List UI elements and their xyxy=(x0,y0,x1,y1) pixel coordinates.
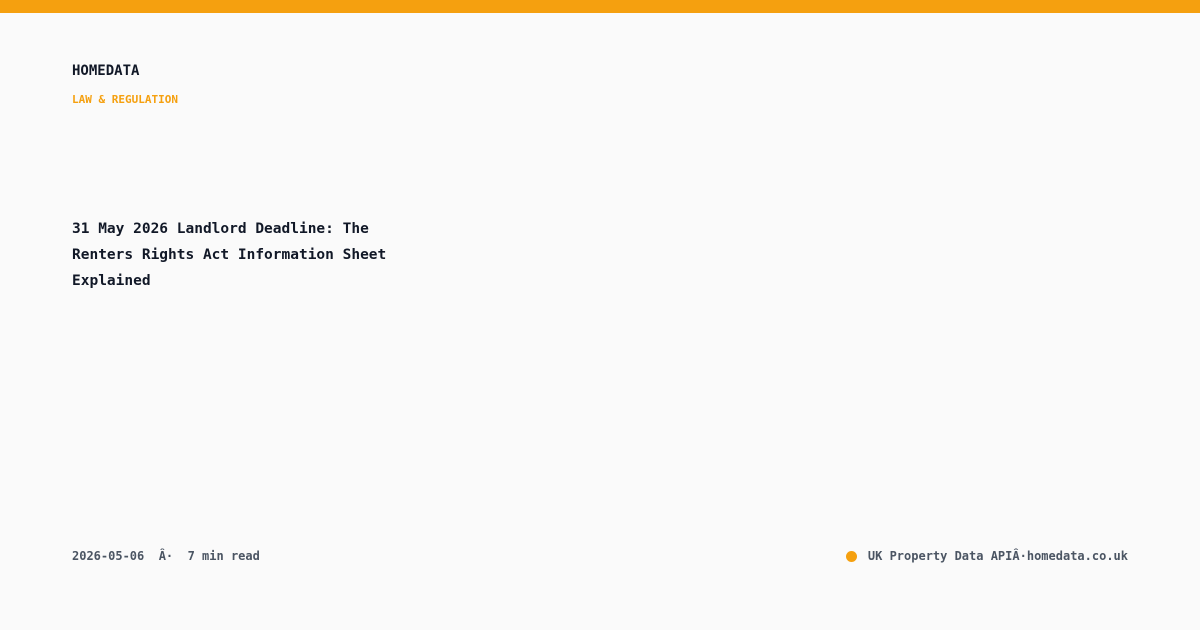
top-accent-bar xyxy=(0,0,1200,13)
product-name: UK Property Data API xyxy=(867,549,1013,563)
brand-logo-text: HOMEDATA xyxy=(72,63,140,79)
status-dot-icon xyxy=(845,550,857,562)
read-time: 7 min read xyxy=(187,549,260,563)
article-meta: 2026-05-06 Â· 7 min read xyxy=(72,549,260,563)
category-label: LAW & REGULATION xyxy=(72,93,178,106)
site-meta: UK Property Data API Â· homedata.co.uk xyxy=(845,549,1128,563)
site-domain: homedata.co.uk xyxy=(1026,549,1128,563)
site-separator: Â· xyxy=(1012,549,1027,563)
publish-date: 2026-05-06 xyxy=(72,549,145,563)
meta-separator: Â· xyxy=(158,549,174,563)
article-title: 31 May 2026 Landlord Deadline: The Rente… xyxy=(72,221,387,289)
